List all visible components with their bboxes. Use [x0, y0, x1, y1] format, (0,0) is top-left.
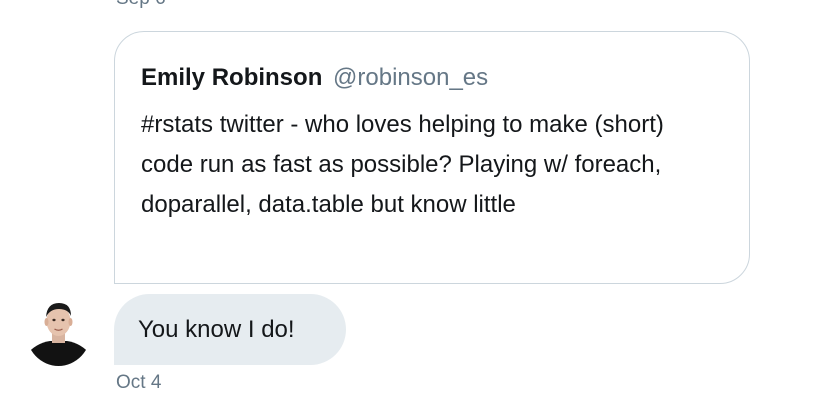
message-timestamp: Sep 6 [116, 0, 166, 10]
user-avatar-icon [26, 297, 91, 366]
quoted-tweet-text: #rstats twitter - who loves helping to m… [141, 111, 664, 218]
avatar[interactable] [26, 297, 91, 366]
reply-message-bubble[interactable]: You know I do! [114, 294, 346, 365]
reply-timestamp: Oct 4 [116, 372, 162, 393]
quoted-tweet-author-handle[interactable]: @robinson_es [333, 64, 488, 91]
quoted-tweet-author-name[interactable]: Emily Robinson [141, 64, 322, 91]
quoted-tweet-header: Emily Robinson @robinson_es [141, 63, 723, 93]
quoted-tweet-card[interactable]: Emily Robinson @robinson_es #rstats twit… [114, 31, 750, 284]
dm-conversation: Sep 6 Emily Robinson @robinson_es #rstat… [0, 0, 830, 406]
reply-message-text: You know I do! [138, 315, 295, 343]
